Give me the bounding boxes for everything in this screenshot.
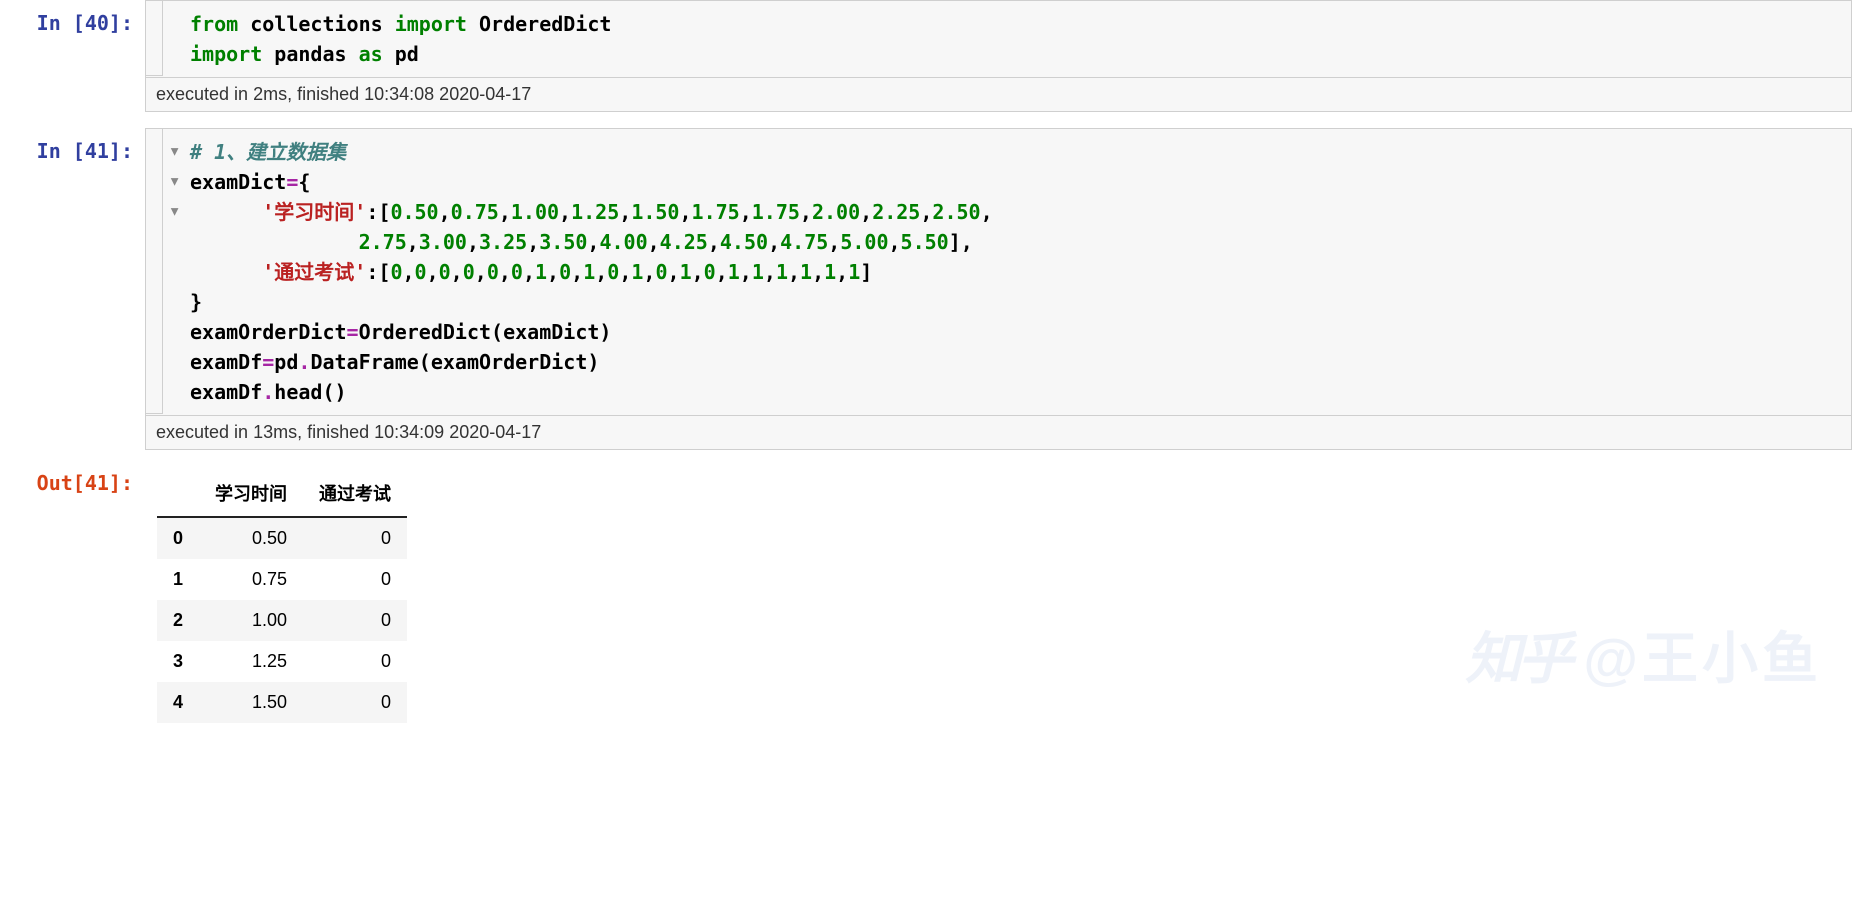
code-input-area[interactable]: ▶▶▶ # 1、建立数据集 examDict={ '学习时间':[0.50,0.…: [145, 128, 1852, 450]
dataframe-cell: 0.50: [199, 517, 303, 559]
notebook-output: Out[41]: 学习时间通过考试00.50010.75021.00031.25…: [0, 460, 1852, 723]
notebook-cell: In [41]: ▶▶▶ # 1、建立数据集 examDict={ '学习时间'…: [0, 128, 1852, 450]
dataframe-row-index: 4: [157, 682, 199, 723]
dataframe-cell: 0: [303, 517, 407, 559]
table-row: 21.000: [157, 600, 407, 641]
fold-triangle-icon[interactable]: ▶: [159, 141, 189, 163]
code-wrap[interactable]: from collections import OrderedDict impo…: [146, 1, 1851, 77]
cell-run-control[interactable]: [145, 0, 163, 76]
fold-gutter[interactable]: ▶▶▶: [163, 129, 185, 414]
dataframe-cell: 1.50: [199, 682, 303, 723]
code-input-area[interactable]: from collections import OrderedDict impo…: [145, 0, 1852, 112]
code-content[interactable]: # 1、建立数据集 examDict={ '学习时间':[0.50,0.75,1…: [190, 137, 1839, 407]
dataframe-row-index: 1: [157, 559, 199, 600]
dataframe-index-header: [157, 470, 199, 517]
dataframe-row-index: 0: [157, 517, 199, 559]
dataframe-cell: 1.25: [199, 641, 303, 682]
execution-status: executed in 13ms, finished 10:34:09 2020…: [146, 415, 1851, 449]
table-row: 10.750: [157, 559, 407, 600]
cell-prompt-in: In [41]:: [0, 128, 145, 450]
dataframe-table: 学习时间通过考试00.50010.75021.00031.25041.500: [157, 470, 407, 723]
execution-status: executed in 2ms, finished 10:34:08 2020-…: [146, 77, 1851, 111]
table-row: 31.250: [157, 641, 407, 682]
dataframe-cell: 1.00: [199, 600, 303, 641]
dataframe-cell: 0: [303, 682, 407, 723]
dataframe-cell: 0.75: [199, 559, 303, 600]
cell-prompt-in: In [40]:: [0, 0, 145, 112]
output-area: 学习时间通过考试00.50010.75021.00031.25041.500: [145, 460, 1852, 723]
dataframe-cell: 0: [303, 600, 407, 641]
code-content[interactable]: from collections import OrderedDict impo…: [190, 9, 1839, 69]
fold-triangle-icon[interactable]: ▶: [159, 201, 189, 223]
code-wrap[interactable]: # 1、建立数据集 examDict={ '学习时间':[0.50,0.75,1…: [146, 129, 1851, 415]
dataframe-column-header: 学习时间: [199, 470, 303, 517]
dataframe-row-index: 2: [157, 600, 199, 641]
fold-triangle-icon[interactable]: ▶: [159, 171, 189, 193]
cell-prompt-out: Out[41]:: [0, 460, 145, 723]
dataframe-column-header: 通过考试: [303, 470, 407, 517]
dataframe-cell: 0: [303, 559, 407, 600]
dataframe-cell: 0: [303, 641, 407, 682]
table-row: 41.500: [157, 682, 407, 723]
notebook-cell: In [40]: from collections import Ordered…: [0, 0, 1852, 112]
table-row: 00.500: [157, 517, 407, 559]
dataframe-row-index: 3: [157, 641, 199, 682]
